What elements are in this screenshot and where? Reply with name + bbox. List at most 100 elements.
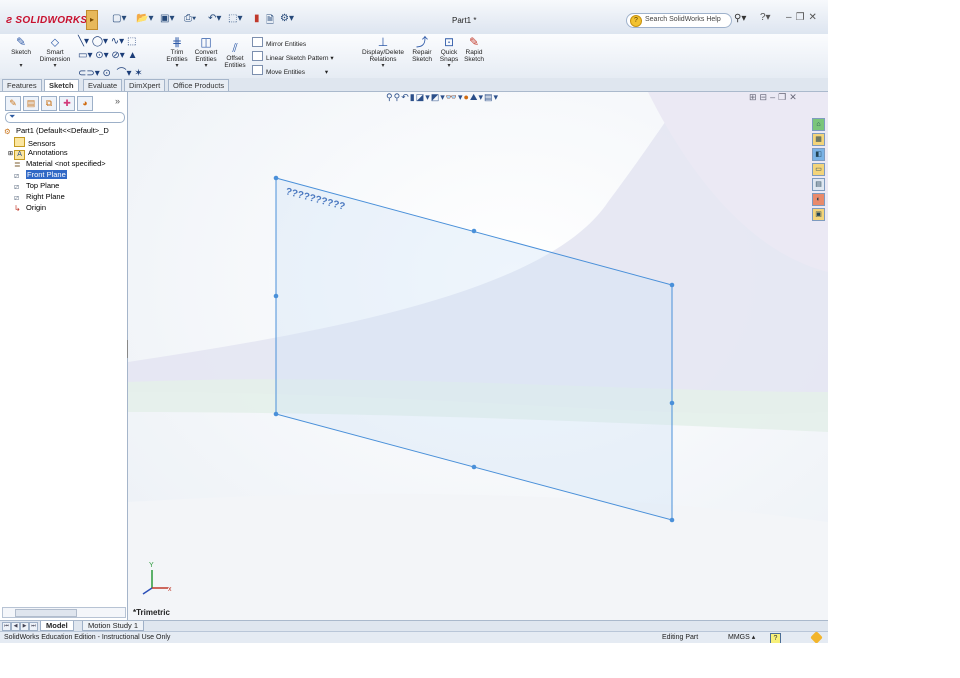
rapid-sketch-button[interactable]: ✎ Rapid Sketch [462,36,486,64]
close-icon[interactable]: ✕ [809,12,821,23]
close-icon[interactable]: ✕ [789,92,800,102]
plane-corner-handle[interactable] [669,517,675,523]
chevron-down-icon[interactable]: ▾ [358,63,408,70]
sketch-button[interactable]: ✎ Sketch ▾ [10,36,32,70]
menu-expand-icon[interactable]: ▸ [86,10,98,30]
more-tabs-icon[interactable]: » [115,96,120,106]
view-settings-icon[interactable]: ▤▾ [484,92,499,102]
quick-tips-icon[interactable]: ? [770,633,781,643]
propertymanager-icon[interactable]: ▤ [23,96,39,111]
plane-corner-handle[interactable] [669,282,675,288]
file-explorer-icon[interactable]: ◧ [812,148,825,161]
line-circle-tools[interactable]: ╲▾ ◯▾ ∿▾ ⬚ [78,36,136,47]
expand-icon[interactable]: ⊞ [8,151,13,157]
help-icon[interactable]: ?▾ [760,12,771,23]
open-icon[interactable]: 📂▾ [136,13,153,27]
design-library-icon[interactable]: ▦ [812,133,825,146]
help-search-box[interactable]: ? Search SolidWorks Help [626,13,732,28]
chevron-down-icon[interactable]: ▾ [166,63,188,70]
view-palette-icon[interactable]: ▤ [812,178,825,191]
tab-features[interactable]: Features [2,79,42,91]
slot-arc-tools[interactable]: ⊂⊃▾ ⊙ ⌒▾ ✶ [78,64,143,79]
scrollbar-thumb[interactable] [15,609,77,617]
rebuild-status-icon[interactable] [810,631,823,643]
file-properties-icon[interactable]: 🗎 [266,13,274,27]
folder-icon[interactable]: ▭ [812,163,825,176]
minimize-icon[interactable]: – [786,12,796,23]
tree-item-top-plane[interactable]: ⧄ Top Plane [14,181,59,191]
new-icon[interactable]: ▢▾ [112,13,126,27]
rebuild-icon[interactable]: ▮ [254,13,260,27]
tile-vertical-icon[interactable]: ⊟ [760,92,771,102]
save-icon[interactable]: ▣▾ [160,13,174,27]
repair-sketch-button[interactable]: ⤴ Repair Sketch [410,36,434,64]
configurationmanager-icon[interactable]: ⧉ [41,96,57,111]
plane-edge-handle[interactable] [273,293,279,299]
search-icon[interactable]: ⚲▾ [734,13,746,24]
linear-pattern-button[interactable]: Linear Sketch Pattern ▾ [252,51,334,62]
restore-icon[interactable]: ❐ [778,92,789,102]
move-entities-button[interactable]: Move Entities ▾ [252,65,328,76]
custom-properties-icon[interactable]: ▣ [812,208,825,221]
tree-root-part[interactable]: ⚙ Part1 (Default<<Default>_D [4,126,109,136]
appearances-icon[interactable]: ◐ [812,193,825,206]
tab-office-products[interactable]: Office Products [168,79,230,91]
convert-entities-button[interactable]: ◫ Convert Entities ▾ [192,36,220,70]
options-icon[interactable]: ⚙▾ [280,13,294,27]
trim-entities-button[interactable]: ⋕ Trim Entities ▾ [166,36,188,70]
hide-show-items-icon[interactable]: 👓▾ [446,92,464,102]
restore-icon[interactable]: ❐ [796,12,809,23]
tab-dimxpert[interactable]: DimXpert [124,79,166,91]
offset-entities-button[interactable]: ⫽ Offset Entities [222,42,248,70]
front-plane-graphic[interactable]: ?????????? Y x [128,92,828,620]
chevron-down-icon[interactable]: ▾ [438,63,460,70]
displaymanager-icon[interactable]: ◕ [77,96,93,111]
minimize-icon[interactable]: – [770,92,778,102]
previous-tab-icon[interactable]: ◀ [11,622,20,631]
tree-item-right-plane[interactable]: ⧄ Right Plane [14,192,65,202]
quick-snaps-button[interactable]: ⊡ Quick Snaps ▾ [438,36,460,70]
solidworks-logo[interactable]: ƨ SOLIDWORKS [6,14,87,26]
last-tab-icon[interactable]: ⏭ [29,622,38,631]
tab-sketch[interactable]: Sketch [44,79,79,91]
units-selector[interactable]: MMGS ▴ [728,632,755,643]
tree-item-front-plane[interactable]: ⧄ Front Plane [14,170,67,180]
tab-model[interactable]: Model [40,621,74,631]
tree-root-label: Part1 (Default<<Default>_D [16,126,109,135]
window-controls[interactable]: –❐✕ [786,12,821,23]
graphics-area[interactable]: ?????????? Y x ⚲⚲↶▮◪▾◩▾👓▾●⛰▾▤▾ ⊞⊟–❐✕ ⌂ ▦… [128,92,828,620]
display-delete-relations-button[interactable]: ⊥ Display/Delete Relations ▾ [358,36,408,70]
print-icon[interactable]: ⎙▾ [184,13,196,27]
tree-item-origin[interactable]: ↳ Origin [14,203,46,213]
tree-filter-input[interactable]: ⏷ [5,112,125,123]
smart-dimension-button[interactable]: ⬦ Smart Dimension ▾ [38,36,72,70]
zoom-to-fit-icon[interactable]: ⚲ [386,92,394,102]
dimxpertmanager-icon[interactable]: ✚ [59,96,75,111]
tree-item-material[interactable]: ≣ Material <not specified> [14,159,106,169]
chevron-down-icon[interactable]: ▾ [38,63,72,70]
chevron-down-icon[interactable]: ▾ [10,63,32,70]
previous-view-icon[interactable]: ↶ [401,92,410,102]
sketch-icon: ✎ [15,35,27,49]
featuremanager-tree-icon[interactable]: ✎ [5,96,21,111]
plane-corner-handle[interactable] [273,411,279,417]
next-tab-icon[interactable]: ▶ [20,622,29,631]
undo-icon[interactable]: ↶▾ [208,13,221,27]
tab-evaluate[interactable]: Evaluate [83,79,123,91]
view-orientation-icon[interactable]: ◪▾ [416,92,431,102]
tile-icon[interactable]: ⊞ [749,92,760,102]
plane-edge-handle[interactable] [669,400,675,406]
apply-scene-icon[interactable]: ⛰▾ [470,92,484,102]
select-icon[interactable]: ⬚▾ [228,13,242,27]
plane-edge-handle[interactable] [471,464,477,470]
chevron-down-icon[interactable]: ▾ [192,63,220,70]
plane-corner-handle[interactable] [273,175,279,181]
plane-edge-handle[interactable] [471,228,477,234]
rect-polygon-tools[interactable]: ▭▾ ⊙▾ ⊘▾ ▲ [78,50,138,61]
display-style-icon[interactable]: ◩▾ [431,92,446,102]
tab-motion-study[interactable]: Motion Study 1 [82,621,145,631]
solidworks-resources-icon[interactable]: ⌂ [812,118,825,131]
tree-horizontal-scrollbar[interactable] [2,607,126,618]
first-tab-icon[interactable]: ⏮ [2,622,11,631]
mirror-entities-button[interactable]: Mirror Entities [252,37,306,48]
